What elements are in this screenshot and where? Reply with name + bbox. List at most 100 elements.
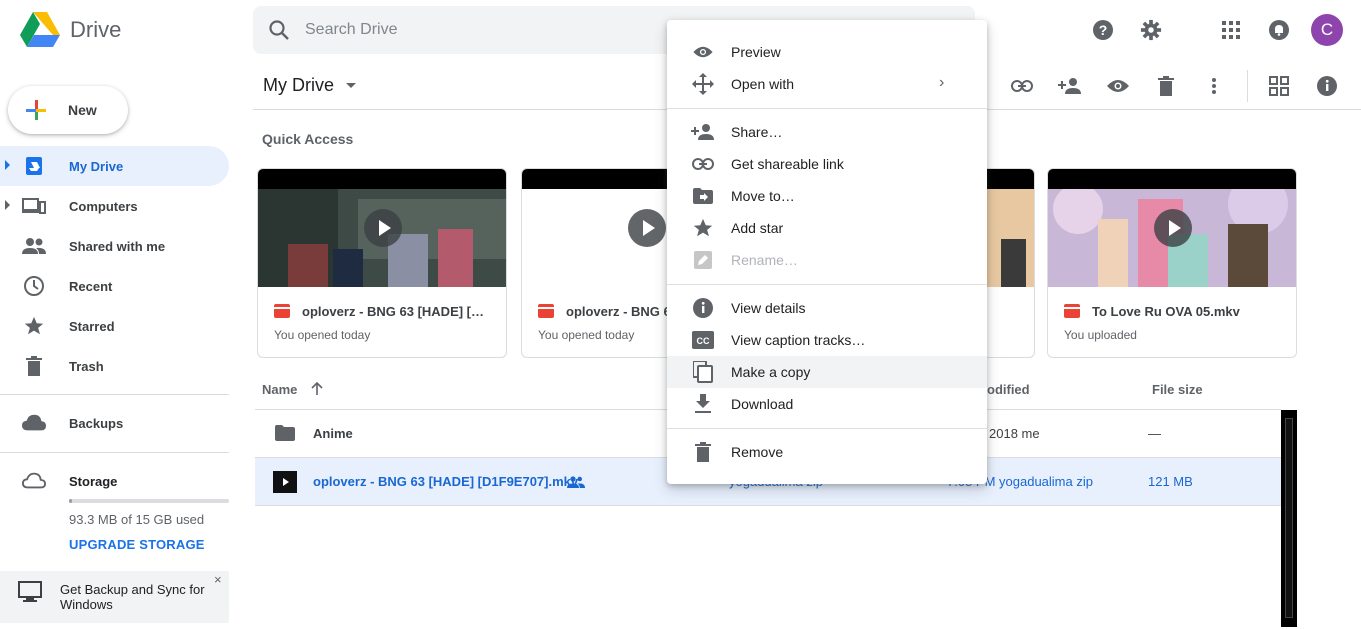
menu-item-label: Get shareable link (731, 156, 844, 172)
svg-text:?: ? (1099, 22, 1108, 38)
video-file-icon (538, 304, 554, 318)
sidebar-item-computers[interactable]: Computers (0, 186, 229, 226)
sidebar-item-my-drive[interactable]: My Drive (0, 146, 229, 186)
menu-item-share[interactable]: Share… (667, 116, 987, 148)
trash-icon[interactable] (1154, 74, 1178, 98)
sidebar-item-label: Computers (69, 198, 138, 214)
info-icon[interactable] (1315, 74, 1339, 98)
grid-view-icon[interactable] (1267, 74, 1291, 98)
star-icon (691, 216, 715, 240)
chevron-right-icon: › (939, 74, 945, 91)
sidebar-item-label: Storage (69, 473, 118, 489)
people-icon (22, 234, 46, 258)
menu-item-label: Make a copy (731, 364, 811, 380)
menu-item-view-caption-tracks[interactable]: CC View caption tracks… (667, 324, 987, 356)
my-drive-title-dropdown[interactable]: My Drive (263, 75, 356, 96)
sidebar-item-label: My Drive (69, 158, 124, 174)
scrollbar-thumb[interactable] (1285, 418, 1293, 618)
move-arrows-icon (691, 72, 715, 96)
video-thumbnail-icon (273, 471, 297, 498)
menu-item-label: Add star (731, 220, 784, 236)
video-file-icon (1064, 304, 1080, 318)
video-thumbnail (258, 169, 506, 287)
drive-icon (22, 154, 46, 178)
add-person-icon (691, 120, 715, 144)
card-subtitle: You opened today (538, 328, 635, 342)
menu-item-label: Share… (731, 124, 783, 140)
menu-item-preview[interactable]: Preview (667, 36, 987, 68)
info-icon (691, 296, 715, 320)
column-header-name[interactable]: Name (262, 381, 323, 399)
app-name: Drive (70, 17, 122, 42)
storage-bar-fill (69, 499, 73, 503)
menu-item-open-with[interactable]: Open with › (667, 68, 987, 100)
menu-item-add-star[interactable]: Add star (667, 212, 987, 244)
column-header-modified[interactable]: odified (987, 382, 1030, 397)
more-vert-icon[interactable] (1202, 74, 1226, 98)
close-icon[interactable]: × (214, 572, 222, 587)
sidebar-item-label: Starred (69, 318, 115, 334)
video-thumbnail (1048, 169, 1296, 287)
quick-access-card[interactable]: oploverz - BNG 63 [HADE] [D1... You open… (257, 168, 507, 358)
cloud-icon (22, 411, 46, 435)
sidebar-item-shared-with-me[interactable]: Shared with me (0, 226, 229, 266)
expand-arrow-icon[interactable] (5, 200, 10, 210)
eye-icon (691, 40, 715, 64)
sidebar-item-recent[interactable]: Recent (0, 266, 229, 306)
sidebar-item-starred[interactable]: Starred (0, 306, 229, 346)
sidebar-item-backups[interactable]: Backups (0, 403, 229, 443)
scrollbar[interactable] (1281, 410, 1297, 627)
svg-text:CC: CC (697, 336, 710, 346)
upgrade-storage-link[interactable]: UPGRADE STORAGE (69, 537, 205, 552)
search-icon[interactable] (267, 18, 291, 47)
storage-bar (69, 499, 229, 503)
menu-item-rename[interactable]: Rename… (667, 244, 987, 276)
menu-item-label: Remove (731, 444, 784, 460)
menu-item-download[interactable]: Download (667, 388, 987, 420)
clock-icon (22, 274, 46, 298)
new-button-label: New (68, 102, 97, 118)
column-header-file-size[interactable]: File size (1152, 382, 1203, 397)
add-person-icon[interactable] (1058, 74, 1082, 98)
file-name: oploverz - BNG 63 [HADE] [D1F9E707].mkv (313, 474, 579, 489)
edit-pencil-icon (691, 248, 715, 272)
new-button[interactable]: New (8, 86, 128, 134)
card-file-name: To Love Ru OVA 05.mkv (1092, 304, 1240, 319)
menu-item-remove[interactable]: Remove (667, 436, 987, 468)
drive-logo-icon (20, 12, 60, 47)
column-header-label: Name (262, 382, 298, 397)
video-file-icon (274, 304, 290, 318)
menu-item-move-to[interactable]: Move to… (667, 180, 987, 212)
card-subtitle: You uploaded (1064, 328, 1137, 342)
expand-arrow-icon[interactable] (5, 160, 10, 170)
file-modified: 2018 me (989, 426, 1040, 441)
page-title: My Drive (263, 75, 334, 95)
quick-access-card[interactable]: To Love Ru OVA 05.mkv You uploaded (1047, 168, 1297, 358)
notifications-bell-icon[interactable] (1267, 18, 1291, 42)
plus-icon (24, 98, 48, 122)
apps-grid-icon[interactable] (1219, 18, 1243, 42)
backup-sync-banner[interactable]: Get Backup and Sync for Windows × (0, 571, 229, 623)
help-icon[interactable]: ? (1091, 18, 1115, 42)
play-icon (364, 209, 402, 247)
sidebar-item-trash[interactable]: Trash (0, 346, 229, 386)
menu-item-label: Open with (731, 76, 795, 92)
link-icon (691, 152, 715, 176)
menu-item-get-shareable-link[interactable]: Get shareable link (667, 148, 987, 180)
arrow-up-icon[interactable] (311, 381, 323, 399)
storage-used-text: 93.3 MB of 15 GB used (69, 512, 205, 527)
shared-people-icon (567, 475, 585, 493)
sidebar-item-label: Backups (69, 415, 124, 431)
backup-banner-text: Get Backup and Sync for Windows (60, 582, 205, 612)
sidebar-item-storage[interactable]: Storage (0, 461, 229, 501)
user-avatar[interactable]: C (1311, 14, 1343, 46)
eye-icon[interactable] (1106, 74, 1130, 98)
menu-item-view-details[interactable]: View details (667, 292, 987, 324)
settings-gear-icon[interactable] (1139, 18, 1163, 42)
trash-icon (691, 440, 715, 464)
monitor-icon (18, 581, 42, 608)
menu-item-make-a-copy[interactable]: Make a copy (667, 356, 987, 388)
menu-separator (667, 284, 987, 285)
drive-logo[interactable]: Drive (20, 12, 121, 48)
link-icon[interactable] (1010, 74, 1034, 98)
